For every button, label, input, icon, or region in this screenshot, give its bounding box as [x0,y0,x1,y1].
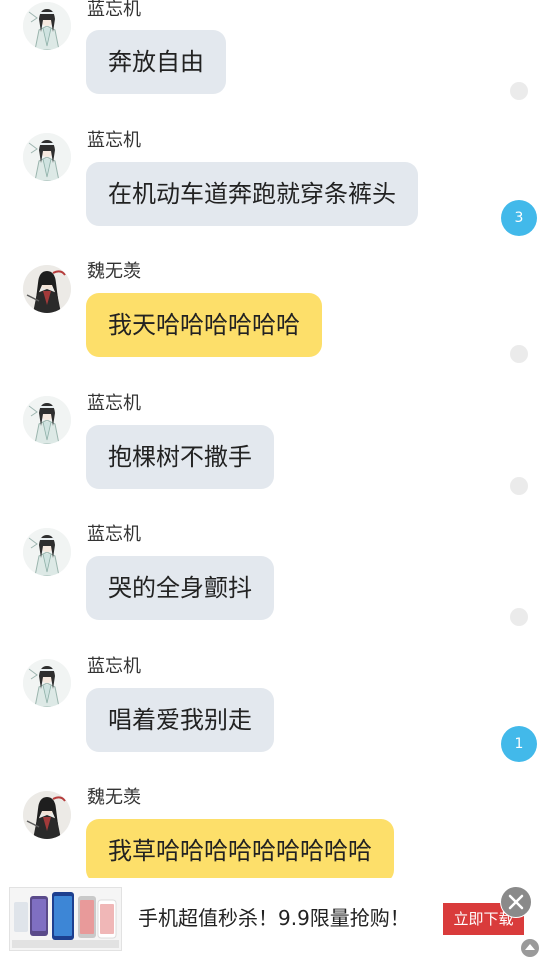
sender-name: 蓝忘机 [87,130,141,151]
sender-name: 蓝忘机 [87,656,141,677]
lan-wangji-avatar[interactable] [23,133,71,181]
status-dot [510,345,528,363]
lan-wangji-avatar[interactable] [23,659,71,707]
message-bubble[interactable]: 我草哈哈哈哈哈哈哈哈哈 [86,819,394,883]
lan-wangji-avatar[interactable] [23,396,71,444]
message-bubble[interactable]: 我天哈哈哈哈哈哈 [86,293,322,357]
message-bubble[interactable]: 唱着爱我别走 [86,688,274,752]
status-dot [510,477,528,495]
message-bubble[interactable]: 奔放自由 [86,30,226,94]
message-bubble[interactable]: 在机动车道奔跑就穿条裤头 [86,162,418,226]
ad-text[interactable]: 手机超值秒杀！9.9限量抢购！ [138,906,410,930]
phones-thumbnail[interactable] [9,887,122,951]
sender-name: 蓝忘机 [87,393,141,414]
sender-name: 蓝忘机 [87,524,141,545]
wei-wuxian-avatar[interactable] [23,791,71,839]
close-icon[interactable] [500,886,532,918]
sender-name: 蓝忘机 [87,0,141,20]
message-bubble[interactable]: 哭的全身颤抖 [86,556,274,620]
status-dot [510,608,528,626]
sender-name: 魏无羡 [87,261,141,282]
message-bubble[interactable]: 抱棵树不撒手 [86,425,274,489]
lan-wangji-avatar[interactable] [23,2,71,50]
wei-wuxian-avatar[interactable] [23,265,71,313]
watermark-icon [520,938,540,958]
lan-wangji-avatar[interactable] [23,528,71,576]
sender-name: 魏无羡 [87,787,141,808]
status-dot [510,82,528,100]
unread-badge[interactable]: 1 [501,726,537,762]
unread-badge[interactable]: 3 [501,200,537,236]
